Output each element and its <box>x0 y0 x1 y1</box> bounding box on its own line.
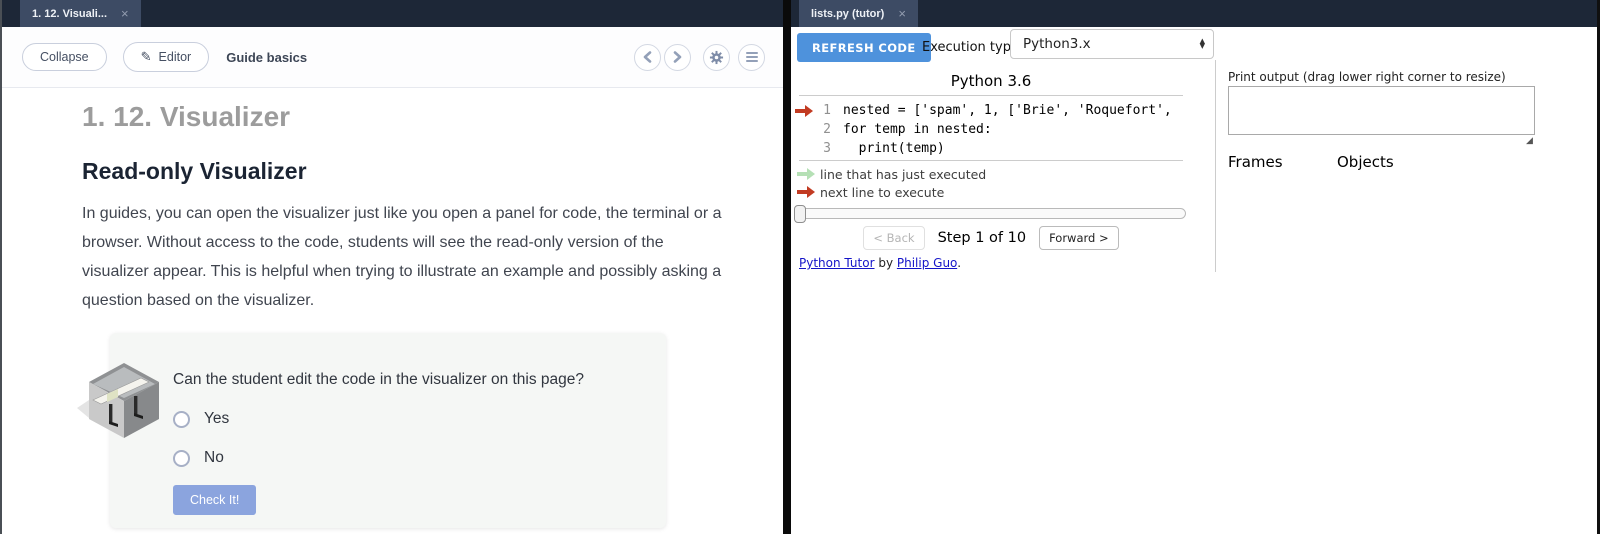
code-line: 3 print(temp) <box>795 139 1215 158</box>
arrow-legend: line that has just executed next line to… <box>797 165 986 201</box>
tab-lists-py-title: lists.py (tutor) <box>811 8 884 20</box>
guide-toolbar: Collapse ✎ Editor Guide basics <box>2 27 783 88</box>
quiz-option-yes[interactable]: Yes <box>173 410 646 428</box>
forward-button[interactable]: Forward > <box>1039 226 1119 250</box>
attribution-text: by <box>875 256 897 270</box>
next-line-arrow-icon <box>795 109 806 113</box>
editor-button-label: Editor <box>159 50 192 64</box>
objects-label: Objects <box>1337 153 1394 171</box>
tab-lists-py[interactable]: lists.py (tutor) × <box>799 0 918 27</box>
guide-content: 1. 12. Visualizer Read-only Visualizer I… <box>2 88 783 528</box>
step-slider[interactable] <box>794 208 1186 219</box>
quiz-question: Can the student edit the code in the vis… <box>173 371 646 389</box>
prev-page-button[interactable] <box>634 44 661 71</box>
step-indicator: Step 1 of 10 <box>938 230 1027 246</box>
check-it-button[interactable]: Check It! <box>173 485 256 515</box>
guide-paragraph: In guides, you can open the visualizer j… <box>82 199 727 315</box>
editor-button[interactable]: ✎ Editor <box>123 42 210 72</box>
page-title: 1. 12. Visualizer <box>82 100 783 134</box>
left-tab-bar: 1. 12. Visuali... × <box>2 0 783 27</box>
guide-toolbar-icons <box>634 44 765 71</box>
collapse-button[interactable]: Collapse <box>22 43 107 71</box>
resize-handle-icon[interactable]: ◢ <box>1526 136 1533 146</box>
chevron-left-icon <box>643 51 652 63</box>
next-page-button[interactable] <box>664 44 691 71</box>
line-number: 2 <box>817 122 831 137</box>
panel-splitter[interactable] <box>783 0 791 534</box>
legend-label: line that has just executed <box>820 167 986 182</box>
codio-workspace: 1. 12. Visuali... × Collapse ✎ Editor Gu… <box>0 0 1600 534</box>
attribution: Python Tutor by Philip Guo. <box>799 256 961 270</box>
gear-icon <box>709 50 724 65</box>
settings-button[interactable] <box>703 44 730 71</box>
radio-icon[interactable] <box>173 411 190 428</box>
code-text: print(temp) <box>831 141 945 156</box>
quiz-option-no[interactable]: No <box>173 449 646 467</box>
output-divider <box>1215 60 1216 272</box>
line-number: 1 <box>817 103 831 118</box>
next-line-arrow-icon <box>797 190 808 194</box>
menu-button[interactable] <box>738 44 765 71</box>
code-text: nested = ['spam', 1, ['Brie', 'Roquefort… <box>831 103 1172 118</box>
code-divider-top <box>799 95 1183 96</box>
close-icon[interactable]: × <box>121 6 129 21</box>
pencil-icon: ✎ <box>141 49 152 65</box>
line-number: 3 <box>817 141 831 156</box>
frames-label: Frames <box>1228 153 1283 171</box>
hamburger-icon <box>746 50 758 64</box>
runtime-title: Python 3.6 <box>795 72 1187 90</box>
code-text: for temp in nested: <box>831 122 992 137</box>
section-heading: Read-only Visualizer <box>82 157 783 185</box>
breadcrumb: Guide basics <box>226 50 307 65</box>
step-controls: < Back Step 1 of 10 Forward > <box>795 226 1187 250</box>
chevron-right-icon <box>673 51 682 63</box>
step-slider-thumb[interactable] <box>794 205 806 223</box>
collapse-button-label: Collapse <box>40 50 89 64</box>
python-tutor-area: REFRESH CODE Execution type: Python3.x ▲… <box>791 27 1597 534</box>
code-listing: 1 nested = ['spam', 1, ['Brie', 'Roquefo… <box>795 101 1215 158</box>
tab-guide[interactable]: 1. 12. Visuali... × <box>20 0 141 27</box>
close-icon[interactable]: × <box>898 6 906 21</box>
select-spinner-icon: ▲▼ <box>1200 39 1205 50</box>
print-output-textarea[interactable] <box>1228 86 1535 135</box>
quiz-card: Can the student edit the code in the vis… <box>110 333 666 528</box>
code-line: 1 nested = ['spam', 1, ['Brie', 'Roquefo… <box>795 101 1215 120</box>
philip-guo-link[interactable]: Philip Guo <box>897 256 957 270</box>
execution-type-select[interactable]: Python3.x ▲▼ <box>1010 29 1214 59</box>
radio-icon[interactable] <box>173 450 190 467</box>
execution-type-value: Python3.x <box>1023 36 1091 52</box>
guide-panel: 1. 12. Visuali... × Collapse ✎ Editor Gu… <box>2 0 783 534</box>
refresh-code-button[interactable]: REFRESH CODE <box>797 33 931 62</box>
code-divider-bottom <box>799 160 1183 161</box>
quiz-option-label: No <box>204 449 224 467</box>
tab-guide-title: 1. 12. Visuali... <box>32 8 107 20</box>
legend-label: next line to execute <box>820 185 944 200</box>
back-button[interactable]: < Back <box>863 226 924 250</box>
code-line: 2 for temp in nested: <box>795 120 1215 139</box>
assessment-box-icon <box>77 358 169 445</box>
executed-line-arrow-icon <box>797 172 808 176</box>
print-output-label: Print output (drag lower right corner to… <box>1228 70 1506 84</box>
quiz-option-label: Yes <box>204 410 229 428</box>
right-tab-bar: lists.py (tutor) × <box>791 0 1597 27</box>
visualizer-panel: lists.py (tutor) × REFRESH CODE Executio… <box>791 0 1597 534</box>
execution-type-label: Execution type: <box>922 40 1023 55</box>
python-tutor-link[interactable]: Python Tutor <box>799 256 875 270</box>
attribution-text: . <box>957 256 961 270</box>
